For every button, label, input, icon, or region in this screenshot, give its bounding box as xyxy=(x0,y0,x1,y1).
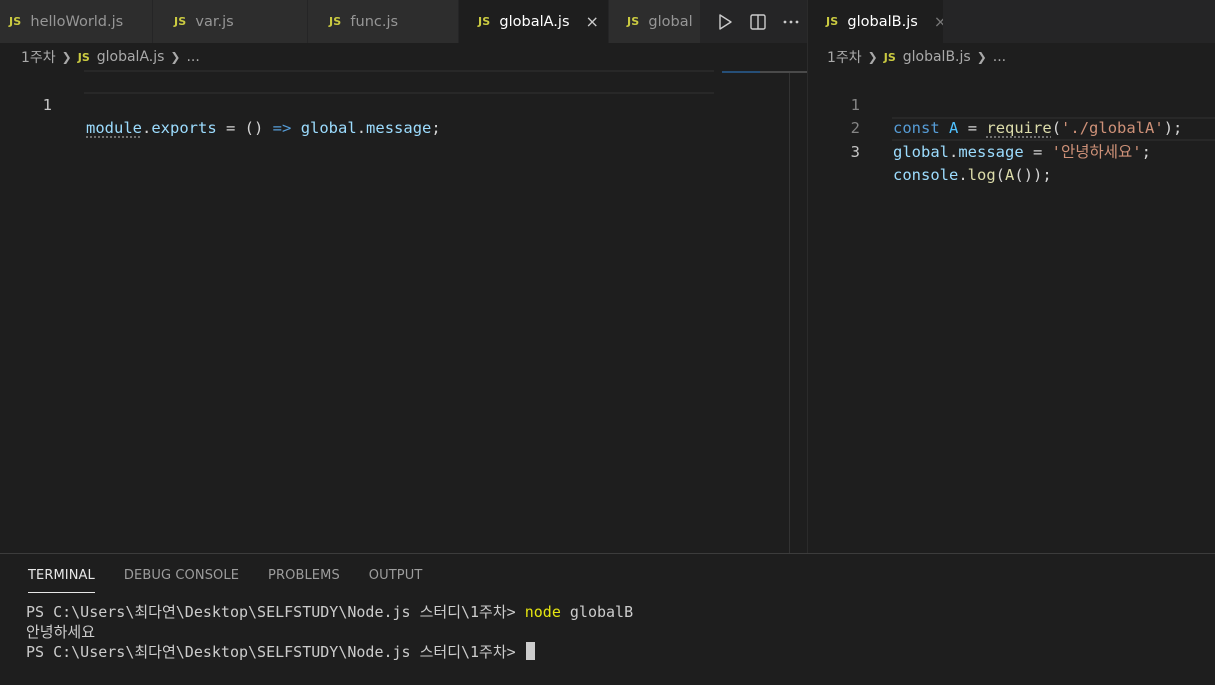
tab-output[interactable]: OUTPUT xyxy=(369,568,423,593)
terminal-argument: globalB xyxy=(560,603,634,621)
tab-label: var.js xyxy=(195,13,234,30)
js-file-icon: JS xyxy=(883,50,896,64)
tab-label: helloWorld.js xyxy=(30,13,124,30)
tab-bar-right: JS globalB.js × xyxy=(808,0,1215,43)
tab-helloworld[interactable]: JS helloWorld.js xyxy=(0,0,153,43)
tab-terminal[interactable]: TERMINAL xyxy=(28,568,95,593)
code-line: 3 console.log(A()); xyxy=(808,117,1215,185)
tab-func[interactable]: JS func.js xyxy=(308,0,459,43)
chevron-right-icon: ❯ xyxy=(867,50,878,64)
close-icon[interactable]: × xyxy=(934,13,943,30)
js-file-icon: JS xyxy=(826,15,839,28)
breadcrumb-more[interactable]: ... xyxy=(186,49,199,65)
js-file-icon: JS xyxy=(478,15,491,28)
line-content: module.exports = () => global.message; xyxy=(86,119,441,137)
tab-label: func.js xyxy=(350,13,399,30)
breadcrumb-file[interactable]: globalB.js xyxy=(903,49,971,65)
terminal-cursor xyxy=(525,642,535,660)
bottom-panel: TERMINAL DEBUG CONSOLE PROBLEMS OUTPUT P… xyxy=(0,553,1215,685)
line-number: 1 xyxy=(42,95,52,114)
code-line: 1 const A = require('./globalA'); xyxy=(808,70,1215,138)
line-number: 3 xyxy=(850,142,860,161)
breadcrumb-file[interactable]: globalA.js xyxy=(97,49,165,65)
run-icon[interactable] xyxy=(708,0,741,43)
tab-debug-console[interactable]: DEBUG CONSOLE xyxy=(124,568,239,593)
tab-global-truncated[interactable]: JS global xyxy=(609,0,709,43)
overview-ruler-top xyxy=(760,71,807,73)
tab-bar-left: JS helloWorld.js JS var.js JS func.js JS… xyxy=(0,0,807,43)
tab-var[interactable]: JS var.js xyxy=(153,0,308,43)
minimap-slider[interactable] xyxy=(722,71,760,73)
terminal-command: node xyxy=(524,603,561,621)
tab-label: globalA.js xyxy=(499,13,570,30)
terminal-prompt: PS C:\Users\최다연\Desktop\SELFSTUDY\Node.j… xyxy=(26,603,525,621)
more-actions-icon[interactable] xyxy=(774,0,807,43)
breadcrumb-folder[interactable]: 1주차 xyxy=(21,47,56,67)
js-file-icon: JS xyxy=(9,15,22,28)
line-content: console.log(A()); xyxy=(893,166,1052,184)
editor-group-right: JS globalB.js × 1주차 ❯ JS globalB.js ❯ ..… xyxy=(807,0,1215,553)
editor-group-left: JS helloWorld.js JS var.js JS func.js JS… xyxy=(0,0,807,553)
tab-globala[interactable]: JS globalA.js × xyxy=(459,0,609,43)
panel-tabs: TERMINAL DEBUG CONSOLE PROBLEMS OUTPUT xyxy=(28,568,422,593)
code-line: 2 global.message = '안녕하세요'; xyxy=(808,94,1215,161)
js-file-icon: JS xyxy=(627,15,640,28)
code-line: 1 module.exports = () => global.message; xyxy=(0,70,790,138)
terminal-line: PS C:\Users\최다연\Desktop\SELFSTUDY\Node.j… xyxy=(26,642,633,662)
terminal-prompt: PS C:\Users\최다연\Desktop\SELFSTUDY\Node.j… xyxy=(26,643,525,661)
tab-globalb[interactable]: JS globalB.js × xyxy=(808,0,944,43)
tab-problems[interactable]: PROBLEMS xyxy=(268,568,340,593)
tab-label: globalB.js xyxy=(847,13,918,30)
editor-actions xyxy=(700,0,807,43)
terminal-output[interactable]: PS C:\Users\최다연\Desktop\SELFSTUDY\Node.j… xyxy=(26,602,633,662)
breadcrumb: 1주차 ❯ JS globalA.js ❯ ... xyxy=(21,46,200,68)
split-editor-icon[interactable] xyxy=(741,0,774,43)
vertical-scrollbar-track[interactable] xyxy=(789,73,790,553)
breadcrumb-folder[interactable]: 1주차 xyxy=(827,47,862,67)
terminal-line: PS C:\Users\최다연\Desktop\SELFSTUDY\Node.j… xyxy=(26,602,633,622)
breadcrumb: 1주차 ❯ JS globalB.js ❯ ... xyxy=(827,46,1006,68)
js-file-icon: JS xyxy=(174,15,187,28)
chevron-right-icon: ❯ xyxy=(170,50,181,64)
js-file-icon: JS xyxy=(77,50,90,64)
terminal-line: 안녕하세요 xyxy=(26,623,96,641)
line-content: global.message = '안녕하세요'; xyxy=(893,142,1151,161)
close-icon[interactable]: × xyxy=(586,13,599,30)
js-file-icon: JS xyxy=(329,15,342,28)
code-editor-right[interactable]: 1 const A = require('./globalA'); 2 glob… xyxy=(808,70,1215,185)
chevron-right-icon: ❯ xyxy=(61,50,72,64)
chevron-right-icon: ❯ xyxy=(976,50,987,64)
code-editor-left[interactable]: 1 module.exports = () => global.message; xyxy=(0,70,790,138)
tab-label: global xyxy=(648,13,693,30)
breadcrumb-more[interactable]: ... xyxy=(993,49,1006,65)
